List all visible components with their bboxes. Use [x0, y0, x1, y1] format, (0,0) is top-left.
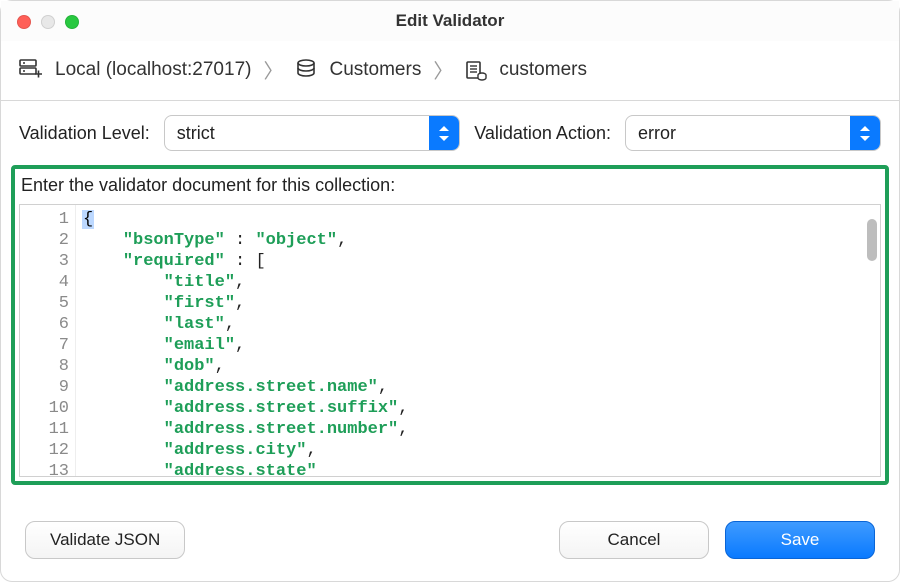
divider [1, 100, 899, 101]
chevron-updown-icon [429, 116, 459, 150]
validator-editor-section: Enter the validator document for this co… [11, 165, 889, 485]
line-number: 7 [20, 335, 69, 356]
code-editor[interactable]: 12345678910111213 { "bsonType" : "object… [19, 204, 881, 477]
dialog-footer: Validate JSON Cancel Save [1, 503, 899, 581]
line-number: 2 [20, 230, 69, 251]
line-number: 6 [20, 314, 69, 335]
code-line[interactable]: { [82, 209, 874, 230]
save-button[interactable]: Save [725, 521, 875, 559]
database-icon [295, 59, 317, 81]
editor-caption: Enter the validator document for this co… [19, 173, 881, 204]
validation-action-select[interactable]: error [625, 115, 881, 151]
breadcrumb-separator-icon: 〉 [433, 55, 453, 84]
line-number: 4 [20, 272, 69, 293]
breadcrumb: Local (localhost:27017) 〉 Customers 〉 cu… [1, 41, 899, 100]
validation-action-value: error [638, 123, 676, 144]
title-bar: Edit Validator [1, 1, 899, 41]
line-number: 9 [20, 377, 69, 398]
code-line[interactable]: "first", [82, 293, 874, 314]
server-icon [19, 59, 43, 81]
scrollbar-thumb[interactable] [867, 219, 877, 261]
breadcrumb-connection[interactable]: Local (localhost:27017) [55, 59, 251, 81]
window-minimize-button[interactable] [41, 15, 55, 29]
breadcrumb-collection[interactable]: customers [499, 59, 587, 81]
breadcrumb-database[interactable]: Customers [329, 59, 421, 81]
code-line[interactable]: "email", [82, 335, 874, 356]
collection-icon [465, 59, 487, 81]
window-title: Edit Validator [396, 11, 505, 31]
validate-json-button[interactable]: Validate JSON [25, 521, 185, 559]
code-line[interactable]: "bsonType" : "object", [82, 230, 874, 251]
line-number-gutter: 12345678910111213 [20, 205, 76, 476]
line-number: 8 [20, 356, 69, 377]
validation-level-select[interactable]: strict [164, 115, 460, 151]
code-content[interactable]: { "bsonType" : "object", "required" : [ … [76, 205, 880, 476]
code-line[interactable]: "address.street.number", [82, 419, 874, 440]
window-close-button[interactable] [17, 15, 31, 29]
breadcrumb-separator-icon: 〉 [263, 55, 283, 84]
window-zoom-button[interactable] [65, 15, 79, 29]
line-number: 12 [20, 440, 69, 461]
code-line[interactable]: "last", [82, 314, 874, 335]
code-line[interactable]: "dob", [82, 356, 874, 377]
line-number: 5 [20, 293, 69, 314]
validation-action-label: Validation Action: [474, 123, 611, 144]
line-number: 10 [20, 398, 69, 419]
line-number: 1 [20, 209, 69, 230]
line-number: 13 [20, 461, 69, 477]
line-number: 11 [20, 419, 69, 440]
code-line[interactable]: "address.street.suffix", [82, 398, 874, 419]
code-line[interactable]: "address.city", [82, 440, 874, 461]
cancel-button[interactable]: Cancel [559, 521, 709, 559]
chevron-updown-icon [850, 116, 880, 150]
code-line[interactable]: "address.street.name", [82, 377, 874, 398]
line-number: 3 [20, 251, 69, 272]
validation-level-value: strict [177, 123, 215, 144]
code-line[interactable]: "address.state" [82, 461, 874, 476]
code-line[interactable]: "title", [82, 272, 874, 293]
window-controls [17, 15, 79, 29]
validation-level-label: Validation Level: [19, 123, 150, 144]
validation-controls: Validation Level: strict Validation Acti… [1, 115, 899, 165]
code-line[interactable]: "required" : [ [82, 251, 874, 272]
